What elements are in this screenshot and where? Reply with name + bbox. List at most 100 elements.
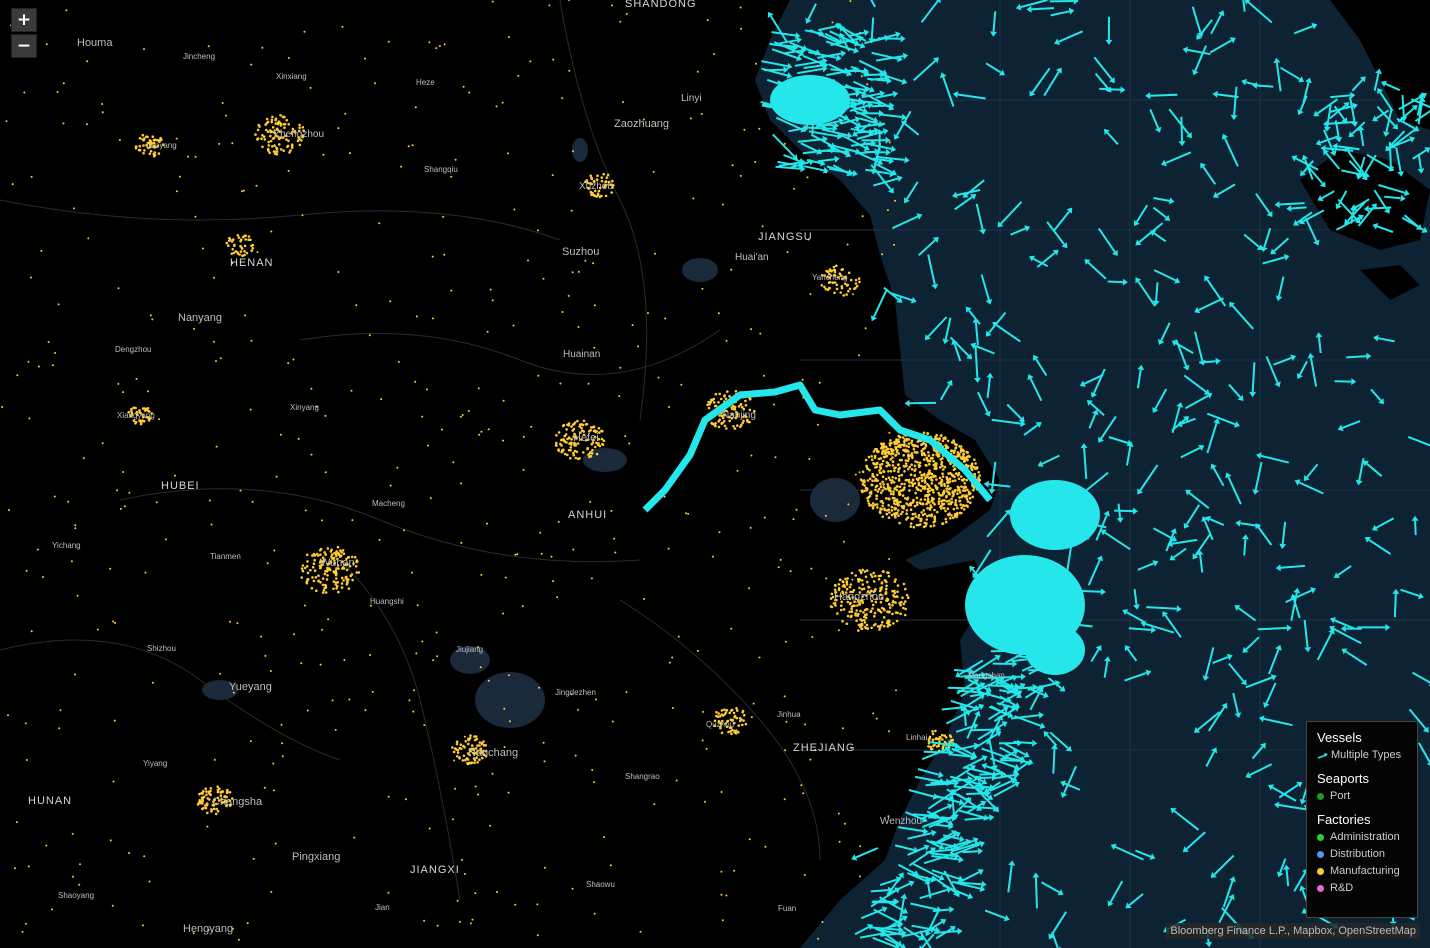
factory-dot — [867, 585, 870, 589]
factory-dot — [940, 733, 944, 737]
factory-dot — [923, 453, 927, 457]
factory-dot — [750, 454, 753, 457]
factory-dot — [855, 619, 858, 622]
factory-dot — [863, 626, 867, 629]
factory-dot — [911, 512, 915, 516]
province-label: ZHEJIANG — [793, 742, 855, 754]
factory-dot — [871, 603, 875, 607]
factory-dot — [571, 887, 574, 890]
factory-dot — [878, 510, 882, 513]
factory-dot — [289, 149, 292, 152]
factory-dot — [314, 576, 318, 579]
factory-dot — [479, 666, 482, 669]
factory-dot — [142, 144, 145, 147]
factory-dot — [273, 150, 277, 153]
factory-dot — [948, 492, 951, 496]
factory-dot — [557, 450, 560, 453]
factory-dot — [863, 484, 866, 487]
legend-rnd-item[interactable]: R&D — [1317, 880, 1417, 897]
factory-dot — [875, 497, 878, 501]
legend-administration-item[interactable]: Administration — [1317, 829, 1417, 846]
factory-dot — [502, 612, 505, 615]
city-label: Xiangshan — [967, 671, 1005, 680]
factory-dot — [459, 415, 462, 418]
factory-dot — [456, 899, 459, 902]
city-label: Houma — [77, 37, 113, 49]
factory-dot — [885, 461, 889, 464]
factory-dot — [725, 339, 728, 342]
factory-dot — [881, 475, 885, 479]
factory-dot — [340, 586, 344, 589]
factory-dot — [937, 500, 941, 503]
factory-dot — [884, 487, 887, 491]
factory-dot — [251, 246, 255, 250]
factory-dot — [480, 573, 483, 576]
factory-dot — [687, 512, 690, 515]
factory-dot — [245, 251, 249, 255]
factory-dot — [138, 148, 142, 152]
factory-dot — [916, 503, 919, 507]
factory-dot — [946, 484, 950, 488]
factory-dot — [24, 722, 27, 725]
factory-dot — [727, 730, 730, 734]
map-canvas[interactable]: SHANDONG JIANGSU HENAN ANHUI HUBEI ZHEJI… — [0, 0, 1430, 948]
factory-dot — [236, 234, 240, 237]
zoom-out-button[interactable]: − — [11, 34, 37, 58]
factory-dot — [324, 553, 328, 556]
factory-dot — [962, 508, 966, 511]
factory-dot — [969, 464, 973, 468]
factory-dot — [919, 498, 923, 501]
factory-dot — [481, 742, 484, 746]
factory-dot — [942, 468, 945, 471]
factory-dot — [897, 503, 900, 507]
factory-dot — [838, 840, 841, 843]
factory-dot — [864, 613, 867, 617]
factory-dot — [925, 493, 929, 497]
factory-dot — [881, 570, 885, 573]
factory-dot — [841, 580, 844, 583]
factory-dot — [884, 591, 888, 595]
factory-dot — [113, 719, 116, 722]
factory-dot — [15, 821, 18, 824]
factory-dot — [932, 459, 935, 463]
zoom-in-button[interactable]: + — [11, 8, 37, 32]
factory-dot — [312, 562, 316, 565]
factory-dot — [282, 149, 286, 152]
factory-dot — [893, 243, 896, 246]
factory-dot — [847, 271, 851, 275]
factory-dot — [940, 434, 943, 437]
factory-dot — [614, 551, 617, 554]
factory-dot — [522, 468, 525, 471]
factory-dot — [269, 139, 273, 143]
factory-dot — [935, 433, 938, 437]
factory-dot — [904, 587, 907, 591]
factory-dot — [899, 612, 902, 616]
factory-dot — [959, 450, 963, 453]
factory-dot — [598, 195, 602, 199]
factory-dot — [866, 580, 869, 584]
factory-dot — [458, 746, 462, 750]
factory-dot — [950, 497, 953, 501]
factory-dot — [871, 607, 874, 610]
factory-dot — [841, 619, 844, 623]
factory-dot — [282, 115, 285, 119]
factory-dot — [290, 144, 294, 148]
legend-manufacturing-item[interactable]: Manufacturing — [1317, 863, 1417, 880]
factory-dot — [415, 652, 418, 655]
factory-dot — [266, 147, 270, 151]
factory-dot — [884, 477, 888, 481]
factory-dot — [939, 458, 942, 461]
legend-distribution-item[interactable]: Distribution — [1317, 846, 1417, 863]
factory-dot — [927, 454, 931, 458]
legend-port-item[interactable]: Port — [1317, 788, 1417, 805]
factory-dot — [542, 741, 545, 744]
factory-dot — [639, 930, 642, 933]
factory-dot — [894, 199, 897, 202]
factory-dot — [966, 451, 969, 454]
factory-dot — [230, 240, 234, 243]
factory-dot — [916, 461, 919, 464]
factory-dot — [931, 457, 934, 460]
factory-dot — [311, 566, 315, 569]
factory-dot — [122, 471, 124, 473]
legend-vessels-item[interactable]: Multiple Types — [1317, 747, 1417, 764]
